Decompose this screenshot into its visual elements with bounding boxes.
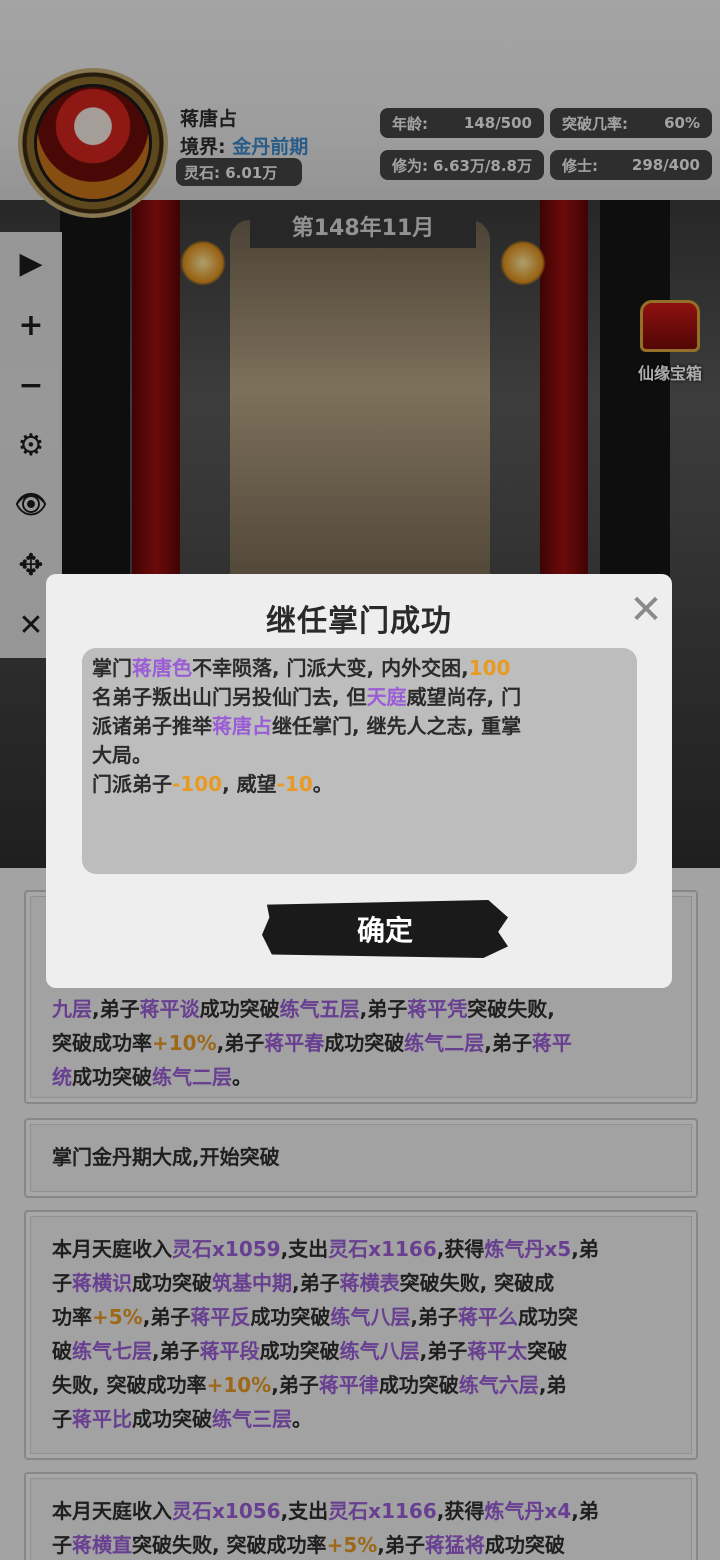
close-icon[interactable]: ✕ [624,587,668,633]
message-text: 大局。 [92,743,152,767]
message-text: 名弟子叛出山门另投仙门去, 但 [92,685,367,709]
message-text: , 威望 [222,772,277,796]
message-text: 门派弟子 [92,772,172,796]
dialog-message: 掌门蒋唐色不幸陨落, 门派大变, 内外交困,100 名弟子叛出山门另投仙门去, … [82,648,637,874]
number-text: -10 [276,772,313,796]
succession-dialog: 继任掌门成功 ✕ 掌门蒋唐色不幸陨落, 门派大变, 内外交困,100 名弟子叛出… [46,574,672,988]
former-leader-name: 蒋唐色 [132,656,192,680]
message-text: 。 [312,772,333,796]
message-text: 不幸陨落, 门派大变, 内外交困, [192,656,469,680]
dialog-title: 继任掌门成功 [266,604,452,639]
message-text: 掌门 [92,656,132,680]
confirm-button[interactable]: 确定 [262,900,508,958]
number-text: -100 [172,772,223,796]
new-leader-name: 蒋唐占 [212,714,272,738]
number-text: 100 [468,656,511,680]
message-text: 继任掌门, 继先人之志, 重掌 [272,714,522,738]
sect-name: 天庭 [366,685,407,709]
message-text: 派诸弟子推举 [92,714,212,738]
message-text: 威望尚存, 门 [406,685,522,709]
